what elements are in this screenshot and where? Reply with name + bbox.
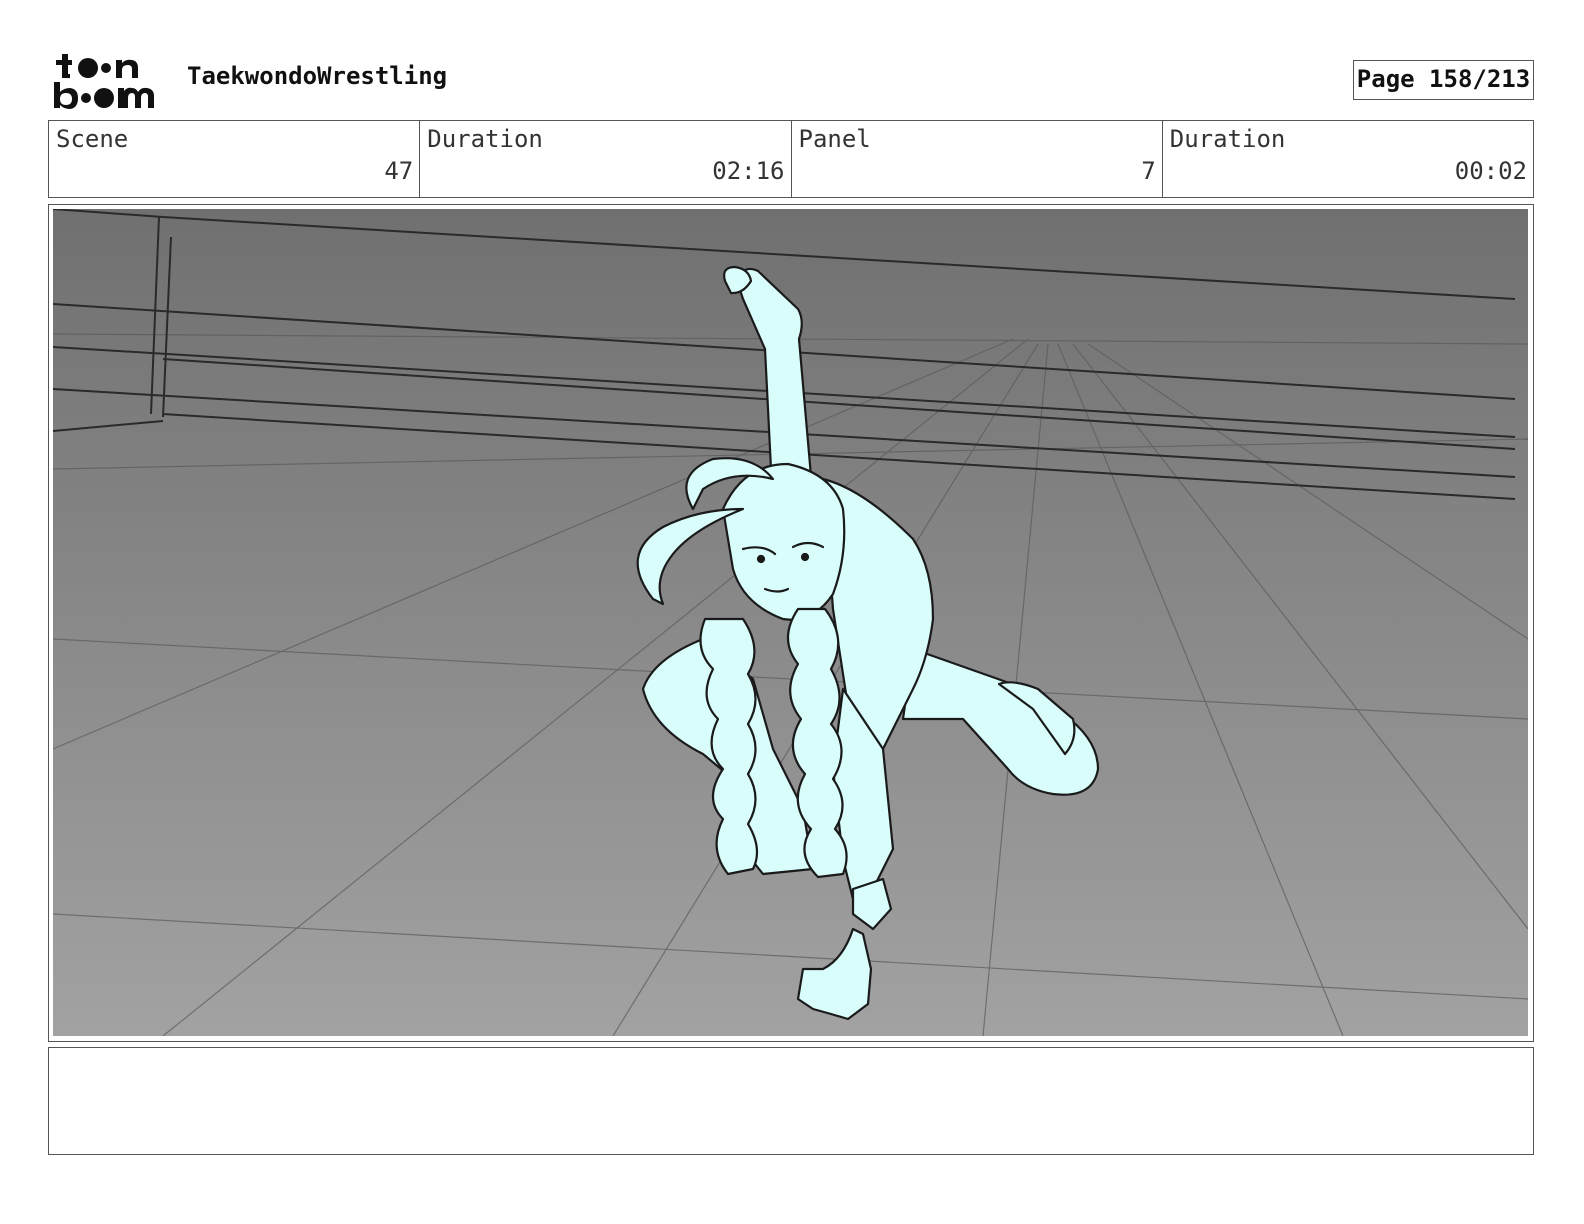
scene-value: 47	[384, 157, 414, 185]
scene-cell: Scene 47	[49, 121, 421, 197]
scene-duration-cell: Duration 02:16	[420, 121, 792, 197]
project-title: TaekwondoWrestling	[187, 62, 448, 90]
storyboard-panel-image	[53, 209, 1528, 1036]
panel-notes-box	[48, 1047, 1534, 1155]
toonboom-logo	[52, 50, 164, 112]
logo-graphic	[54, 54, 154, 109]
panel-label: Panel	[798, 125, 871, 153]
panel-duration-cell: Duration 00:02	[1163, 121, 1533, 197]
panel-duration-label: Duration	[1169, 125, 1286, 153]
page-indicator: Page 158/213	[1353, 60, 1534, 100]
panel-drawing	[53, 209, 1528, 1036]
scene-duration-label: Duration	[427, 125, 543, 153]
panel-duration-value: 00:02	[1454, 157, 1527, 185]
scene-info-table: Scene 47 Duration 02:16 Panel 7 Duration…	[48, 120, 1534, 198]
panel-frame	[48, 204, 1534, 1042]
scene-duration-value: 02:16	[712, 157, 785, 185]
panel-value: 7	[1141, 157, 1156, 185]
panel-cell: Panel 7	[792, 121, 1163, 197]
scene-label: Scene	[56, 125, 129, 153]
